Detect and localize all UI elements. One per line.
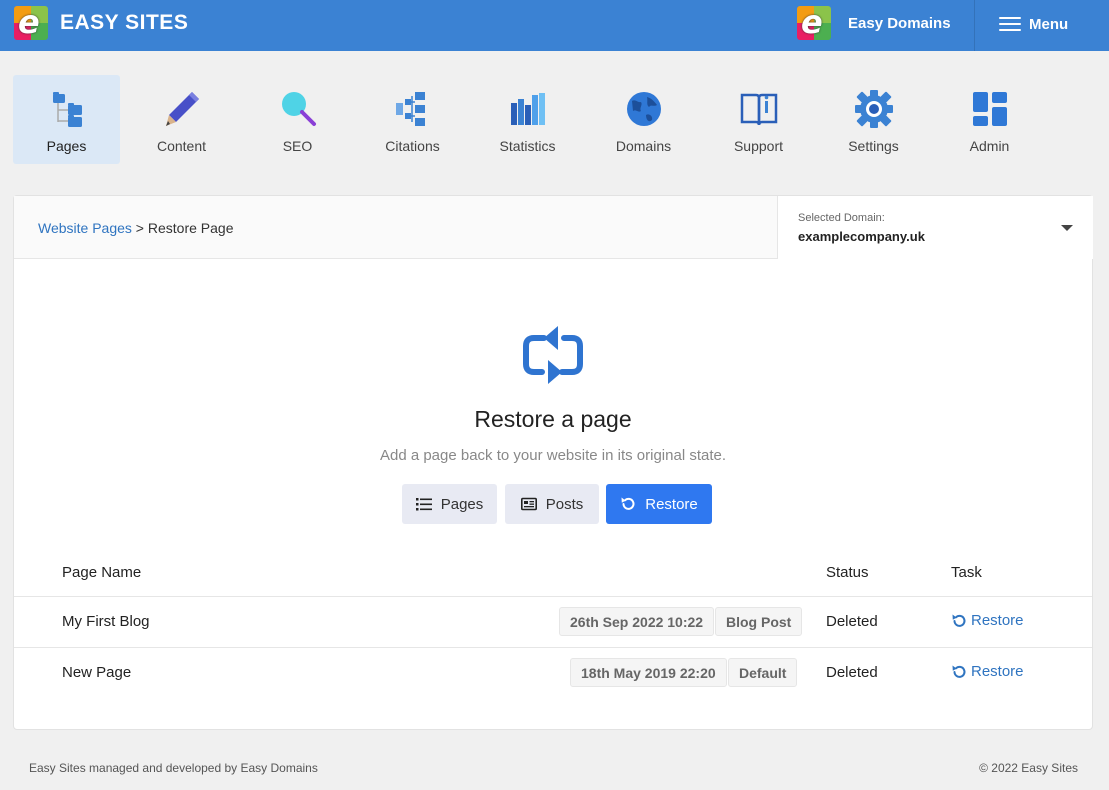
undo-icon: [952, 614, 966, 627]
breadcrumb-separator: >: [135, 220, 144, 236]
restore-tab-button[interactable]: Restore: [606, 484, 712, 524]
nav-statistics-label: Statistics: [499, 138, 556, 154]
page-name: New Page: [62, 664, 132, 681]
type-badge: Default: [728, 658, 798, 687]
restore-page-card: Website Pages > Restore Page Selected Do…: [13, 195, 1093, 730]
list-icon: [415, 498, 432, 511]
undo-icon: [621, 497, 635, 510]
easy-domains-logo-icon: e: [797, 6, 831, 40]
restore-link-label: Restore: [971, 663, 1024, 680]
column-header-page-name: Page Name: [62, 564, 142, 581]
hero-subtitle: Add a page back to your website in its o…: [379, 447, 727, 464]
nav-content[interactable]: Content: [128, 75, 235, 164]
menu-button[interactable]: Menu: [999, 14, 1068, 34]
nav-pages-label: Pages: [46, 138, 87, 154]
nav-content-label: Content: [156, 138, 207, 154]
easy-domains-label: Easy Domains: [848, 14, 951, 32]
restore-cycle-icon: [523, 326, 583, 384]
restore-link[interactable]: Restore: [951, 663, 1024, 680]
posts-button-label: Posts: [545, 495, 584, 513]
posts-button[interactable]: Posts: [505, 484, 599, 524]
easy-domains-link[interactable]: e Easy Domains: [797, 5, 951, 41]
nav-seo[interactable]: SEO: [244, 75, 351, 164]
page-name: My First Blog: [62, 613, 150, 630]
pencil-icon: [165, 92, 199, 126]
restore-link-label: Restore: [971, 612, 1024, 629]
nav-statistics[interactable]: Statistics: [474, 75, 581, 164]
restore-tab-button-label: Restore: [645, 495, 698, 513]
globe-icon: [626, 92, 661, 126]
restore-link[interactable]: Restore: [951, 612, 1024, 629]
nav-citations[interactable]: Citations: [359, 75, 466, 164]
footer-credit: Easy Sites managed and developed by Easy…: [29, 761, 318, 775]
menu-label: Menu: [1029, 15, 1069, 33]
newspaper-icon: [520, 497, 537, 511]
caret-down-icon: [1061, 225, 1073, 231]
date-badge: 18th May 2019 22:20: [570, 658, 727, 687]
nav-seo-label: SEO: [282, 138, 313, 154]
bar-chart-icon: [510, 93, 545, 125]
nav-pages[interactable]: Pages: [13, 75, 120, 164]
gear-icon: [854, 90, 893, 128]
nav-support[interactable]: Support: [705, 75, 812, 164]
easy-sites-logo-icon: e: [14, 6, 48, 40]
table-row: My First Blog 26th Sep 2022 10:22 Blog P…: [14, 596, 1092, 647]
top-header: e EASY SITES e Easy Domains Menu: [0, 0, 1109, 51]
brand-name: EASY SITES: [60, 11, 189, 34]
nav-admin-label: Admin: [969, 138, 1010, 154]
nav-domains-label: Domains: [615, 138, 672, 154]
brand-link[interactable]: e EASY SITES: [14, 5, 188, 41]
nav-settings[interactable]: Settings: [820, 75, 927, 164]
status-text: Deleted: [826, 613, 878, 630]
pages-tree-icon: [52, 92, 82, 127]
table-row: New Page 18th May 2019 22:20 Default Del…: [14, 647, 1092, 698]
domain-selector-caption: Selected Domain:: [798, 212, 885, 224]
domain-selector[interactable]: Selected Domain: examplecompany.uk: [777, 196, 1093, 259]
dashboard-icon: [972, 92, 1007, 126]
hamburger-icon: [999, 17, 1021, 31]
nav-citations-label: Citations: [385, 138, 440, 154]
pages-button-label: Pages: [440, 495, 484, 513]
domain-selector-value: examplecompany.uk: [798, 229, 925, 244]
column-header-task: Task: [951, 564, 982, 581]
date-badge: 26th Sep 2022 10:22: [559, 607, 715, 636]
nav-settings-label: Settings: [848, 138, 899, 154]
type-badge: Blog Post: [715, 607, 803, 636]
breadcrumb-current: Restore Page: [147, 220, 234, 236]
footer-copyright: © 2022 Easy Sites: [979, 761, 1078, 775]
magnifier-icon: [281, 92, 316, 126]
status-text: Deleted: [826, 664, 878, 681]
undo-icon: [952, 665, 966, 678]
citations-icon: [395, 92, 425, 126]
hero-title: Restore a page: [474, 406, 632, 432]
nav-support-label: Support: [733, 138, 784, 154]
book-icon: [740, 93, 777, 126]
menu-divider: [974, 0, 975, 51]
breadcrumb: Website Pages > Restore Page: [14, 196, 777, 259]
breadcrumb-website-pages-link[interactable]: Website Pages: [38, 220, 132, 236]
nav-domains[interactable]: Domains: [590, 75, 697, 164]
column-header-status: Status: [826, 564, 869, 581]
nav-admin[interactable]: Admin: [936, 75, 1043, 164]
pages-button[interactable]: Pages: [402, 484, 497, 524]
